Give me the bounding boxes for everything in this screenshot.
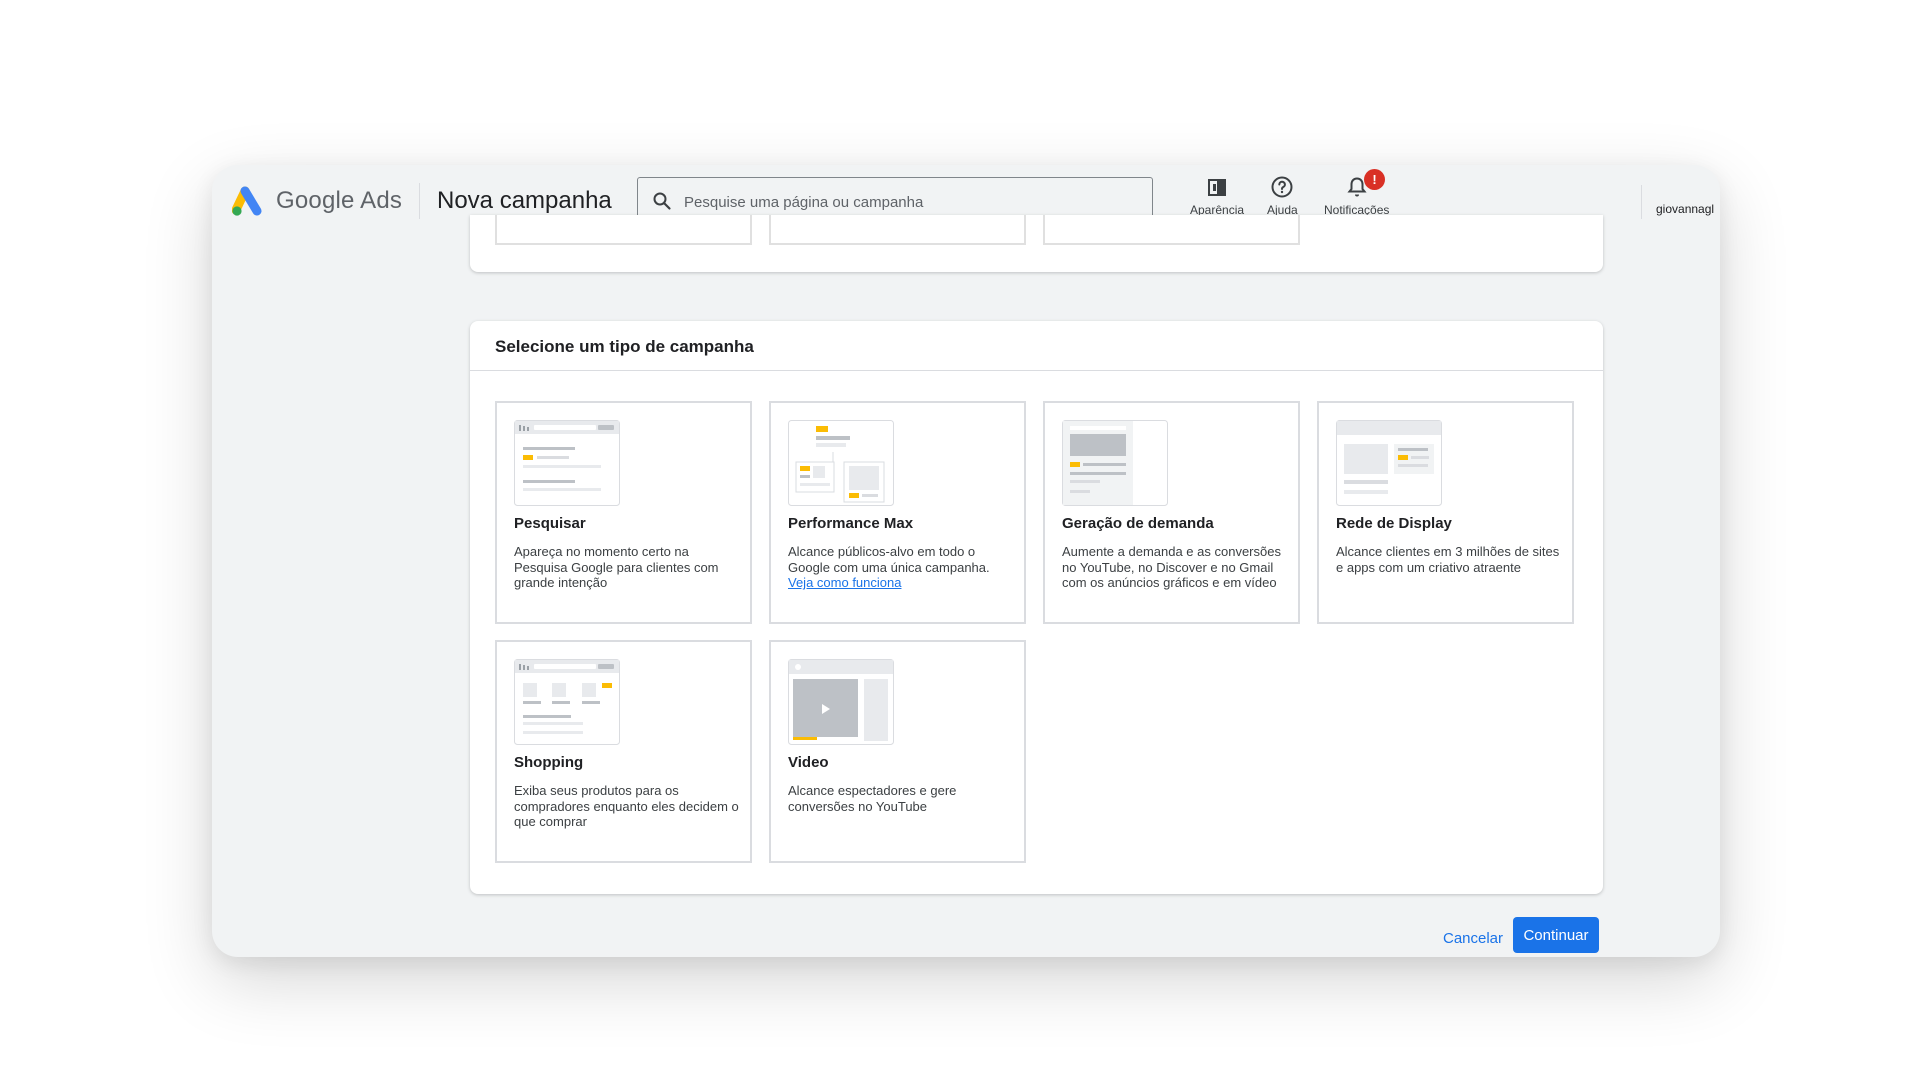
campaign-type-display[interactable]: Rede de Display Alcance clientes em 3 mi… <box>1317 401 1574 624</box>
how-it-works-link[interactable]: Veja como funciona <box>788 575 901 590</box>
campaign-type-demand-gen[interactable]: Geração de demanda Aumente a demanda e a… <box>1043 401 1300 624</box>
campaign-type-card: Selecione um tipo de campanha Pesquisar … <box>470 321 1603 894</box>
account-name[interactable]: giovannagl <box>1656 202 1714 216</box>
search-input[interactable] <box>682 190 1136 214</box>
notification-badge: ! <box>1364 169 1385 190</box>
help-icon <box>1271 176 1293 198</box>
campaign-type-title: Rede de Display <box>1336 515 1452 532</box>
campaign-type-title: Geração de demanda <box>1062 515 1214 532</box>
campaign-type-title: Video <box>788 754 829 771</box>
brand-name[interactable]: Google Ads <box>276 187 402 215</box>
campaign-type-description: Apareça no momento certo na Pesquisa Goo… <box>514 544 719 590</box>
campaign-type-video[interactable]: Video Alcance espectadores e gere conver… <box>769 640 1026 863</box>
divider <box>1641 185 1642 219</box>
divider <box>419 183 420 219</box>
campaign-type-description: Exiba seus produtos para os compradores … <box>514 783 739 829</box>
campaign-type-title: Pesquisar <box>514 515 586 532</box>
divider <box>470 370 1603 371</box>
campaign-type-shopping[interactable]: Shopping Exiba seus produtos para os com… <box>495 640 752 863</box>
campaign-type-description: Aumente a demanda e as conversões no You… <box>1062 544 1281 590</box>
previous-tile[interactable] <box>495 215 752 245</box>
search-icon <box>653 192 671 210</box>
app-window: Google Ads Nova campanha Aparência <box>212 165 1720 957</box>
appearance-icon <box>1208 179 1227 196</box>
demand-gen-illustration <box>1062 420 1168 506</box>
display-illustration <box>1336 420 1442 506</box>
previous-tile[interactable] <box>769 215 1026 245</box>
search-campaign-illustration <box>514 420 620 506</box>
shopping-illustration <box>514 659 620 745</box>
google-ads-logo[interactable] <box>232 185 268 218</box>
notifications-button[interactable]: ! Notificações <box>1324 169 1389 217</box>
campaign-type-description: Alcance espectadores e gere conversões n… <box>788 783 957 814</box>
campaign-type-search[interactable]: Pesquisar Apareça no momento certo na Pe… <box>495 401 752 624</box>
page-title: Nova campanha <box>437 187 612 214</box>
description-text: Alcance públicos-alvo em todo o Google c… <box>788 544 990 575</box>
continue-button[interactable]: Continuar <box>1513 917 1599 953</box>
performance-max-illustration <box>788 420 894 506</box>
campaign-type-title: Performance Max <box>788 515 914 532</box>
campaign-type-performance-max[interactable]: Performance Max Alcance públicos-alvo em… <box>769 401 1026 624</box>
cancel-button[interactable]: Cancelar <box>1423 920 1523 956</box>
appearance-button[interactable]: Aparência <box>1190 175 1244 217</box>
video-illustration <box>788 659 894 745</box>
campaign-type-title: Shopping <box>514 754 584 771</box>
previous-tile[interactable] <box>1043 215 1300 245</box>
campaign-type-description: Alcance públicos-alvo em todo o Google c… <box>788 544 1013 591</box>
previous-section-card <box>470 215 1603 272</box>
campaign-type-description: Alcance clientes em 3 milhões de sites e… <box>1336 544 1560 575</box>
help-button[interactable]: Ajuda <box>1267 175 1298 217</box>
section-title: Selecione um tipo de campanha <box>495 337 754 356</box>
